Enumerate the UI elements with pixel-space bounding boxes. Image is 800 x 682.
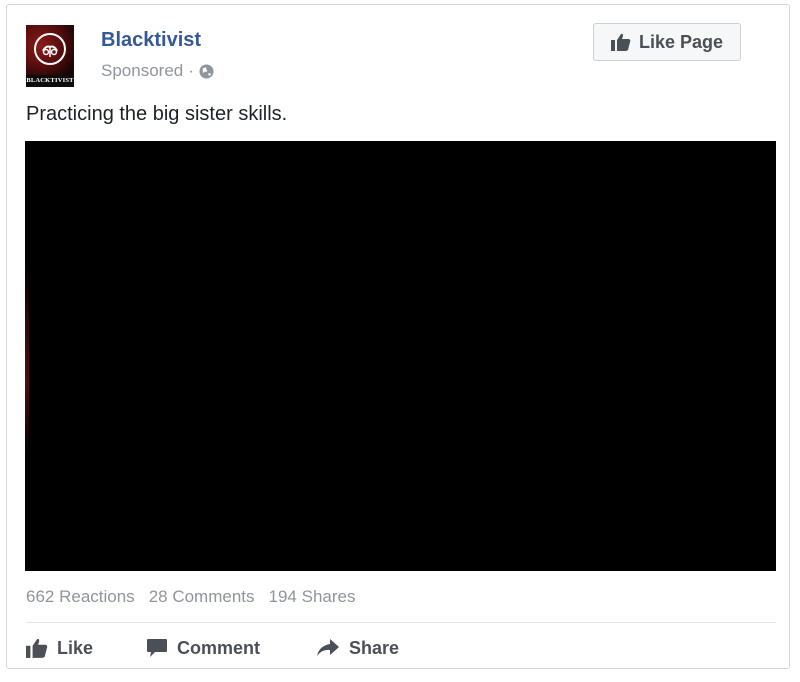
share-button[interactable]: Share (316, 638, 399, 659)
video-player[interactable] (25, 141, 776, 571)
page-name-link[interactable]: Blacktivist (101, 29, 201, 52)
comment-button[interactable]: Comment (146, 638, 316, 659)
sponsored-label[interactable]: Sponsored (101, 61, 183, 81)
post-meta: Sponsored · (101, 61, 214, 81)
comment-label: Comment (177, 637, 261, 658)
speech-bubble-icon (146, 638, 168, 658)
globe-icon[interactable] (199, 63, 214, 79)
post-message: Practicing the big sister skills. (26, 103, 288, 125)
thumbs-up-icon (26, 638, 48, 658)
engagement-stats: 662 Reactions 28 Comments 194 Shares (26, 587, 369, 607)
thumbs-up-icon (610, 33, 631, 51)
like-button[interactable]: Like (26, 638, 146, 659)
share-arrow-icon (316, 638, 340, 658)
actions-divider (26, 622, 776, 623)
like-page-button[interactable]: Like Page (593, 23, 741, 61)
post-actions-bar: Like Comment Share (26, 633, 399, 663)
share-label: Share (349, 637, 400, 658)
comments-count[interactable]: 28 Comments (149, 587, 255, 607)
sponsored-post-card: BLACKTIVIST Blacktivist Sponsored · Like… (6, 4, 790, 669)
like-page-label: Like Page (638, 31, 724, 52)
meta-separator: · (188, 61, 194, 80)
avatar-label: BLACKTIVIST (26, 75, 74, 87)
shares-count[interactable]: 194 Shares (269, 587, 356, 607)
reactions-count[interactable]: 662 Reactions (26, 587, 135, 607)
fist-logo-icon (34, 33, 66, 65)
like-label: Like (57, 637, 94, 658)
page-avatar[interactable]: BLACKTIVIST (26, 25, 74, 87)
video-edge (25, 261, 29, 461)
